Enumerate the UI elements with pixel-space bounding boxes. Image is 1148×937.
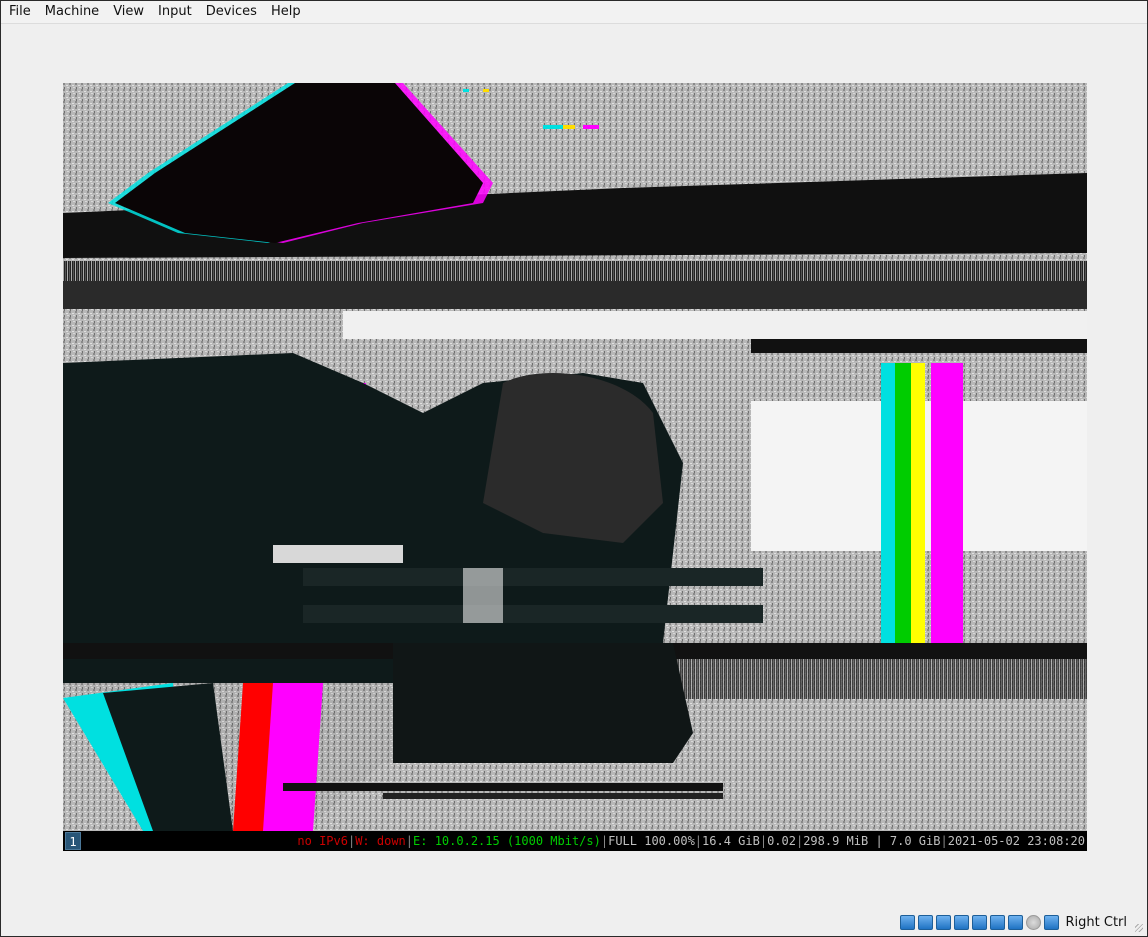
menu-file[interactable]: File xyxy=(1,1,38,23)
resize-grip[interactable] xyxy=(1135,924,1143,932)
usb-icon[interactable] xyxy=(935,914,951,930)
status-blocks: no IPv6 | W: down | E: 10.0.2.15 (1000 Mbit/… xyxy=(297,831,1085,851)
disk-status: 16.4 GiB xyxy=(702,834,760,848)
wireless-status: W: down xyxy=(355,834,406,848)
optical-drive-icon[interactable] xyxy=(899,914,915,930)
workspace-button[interactable]: 1 xyxy=(65,832,81,850)
ethernet-status: E: 10.0.2.15 (1000 Mbit/s) xyxy=(413,834,601,848)
shared-folders-icon[interactable] xyxy=(953,914,969,930)
menu-input[interactable]: Input xyxy=(151,1,199,23)
desktop-wallpaper xyxy=(63,83,1087,831)
load-status: 0.02 xyxy=(767,834,796,848)
mouse-integration-icon[interactable] xyxy=(1025,914,1041,930)
virtualbox-window: File Machine View Input Devices Help 1 n… xyxy=(0,0,1148,937)
menu-machine[interactable]: Machine xyxy=(38,1,106,23)
vm-screen[interactable]: 1 no IPv6 | W: down | E: 10.0.2.15 (1000 Mbi… xyxy=(63,83,1087,851)
menu-view[interactable]: View xyxy=(106,1,151,23)
menubar: File Machine View Input Devices Help xyxy=(1,1,1147,24)
memory-status: 298.9 MiB | 7.0 GiB xyxy=(803,834,941,848)
host-key-label: Right Ctrl xyxy=(1065,914,1128,930)
keyboard-capture-icon[interactable] xyxy=(1043,914,1059,930)
datetime-status: 2021-05-02 23:08:20 xyxy=(947,834,1085,848)
i3-statusbar: 1 no IPv6 | W: down | E: 10.0.2.15 (1000 Mbi… xyxy=(63,831,1087,851)
menu-help[interactable]: Help xyxy=(264,1,308,23)
menu-devices[interactable]: Devices xyxy=(199,1,264,23)
vbox-statusbar: Right Ctrl xyxy=(899,912,1128,932)
virtualization-icon[interactable] xyxy=(1007,914,1023,930)
battery-status: FULL 100.00% xyxy=(608,834,695,848)
network-icon[interactable] xyxy=(917,914,933,930)
video-capture-icon[interactable] xyxy=(989,914,1005,930)
display-icon[interactable] xyxy=(971,914,987,930)
ipv6-status: no IPv6 xyxy=(297,834,348,848)
